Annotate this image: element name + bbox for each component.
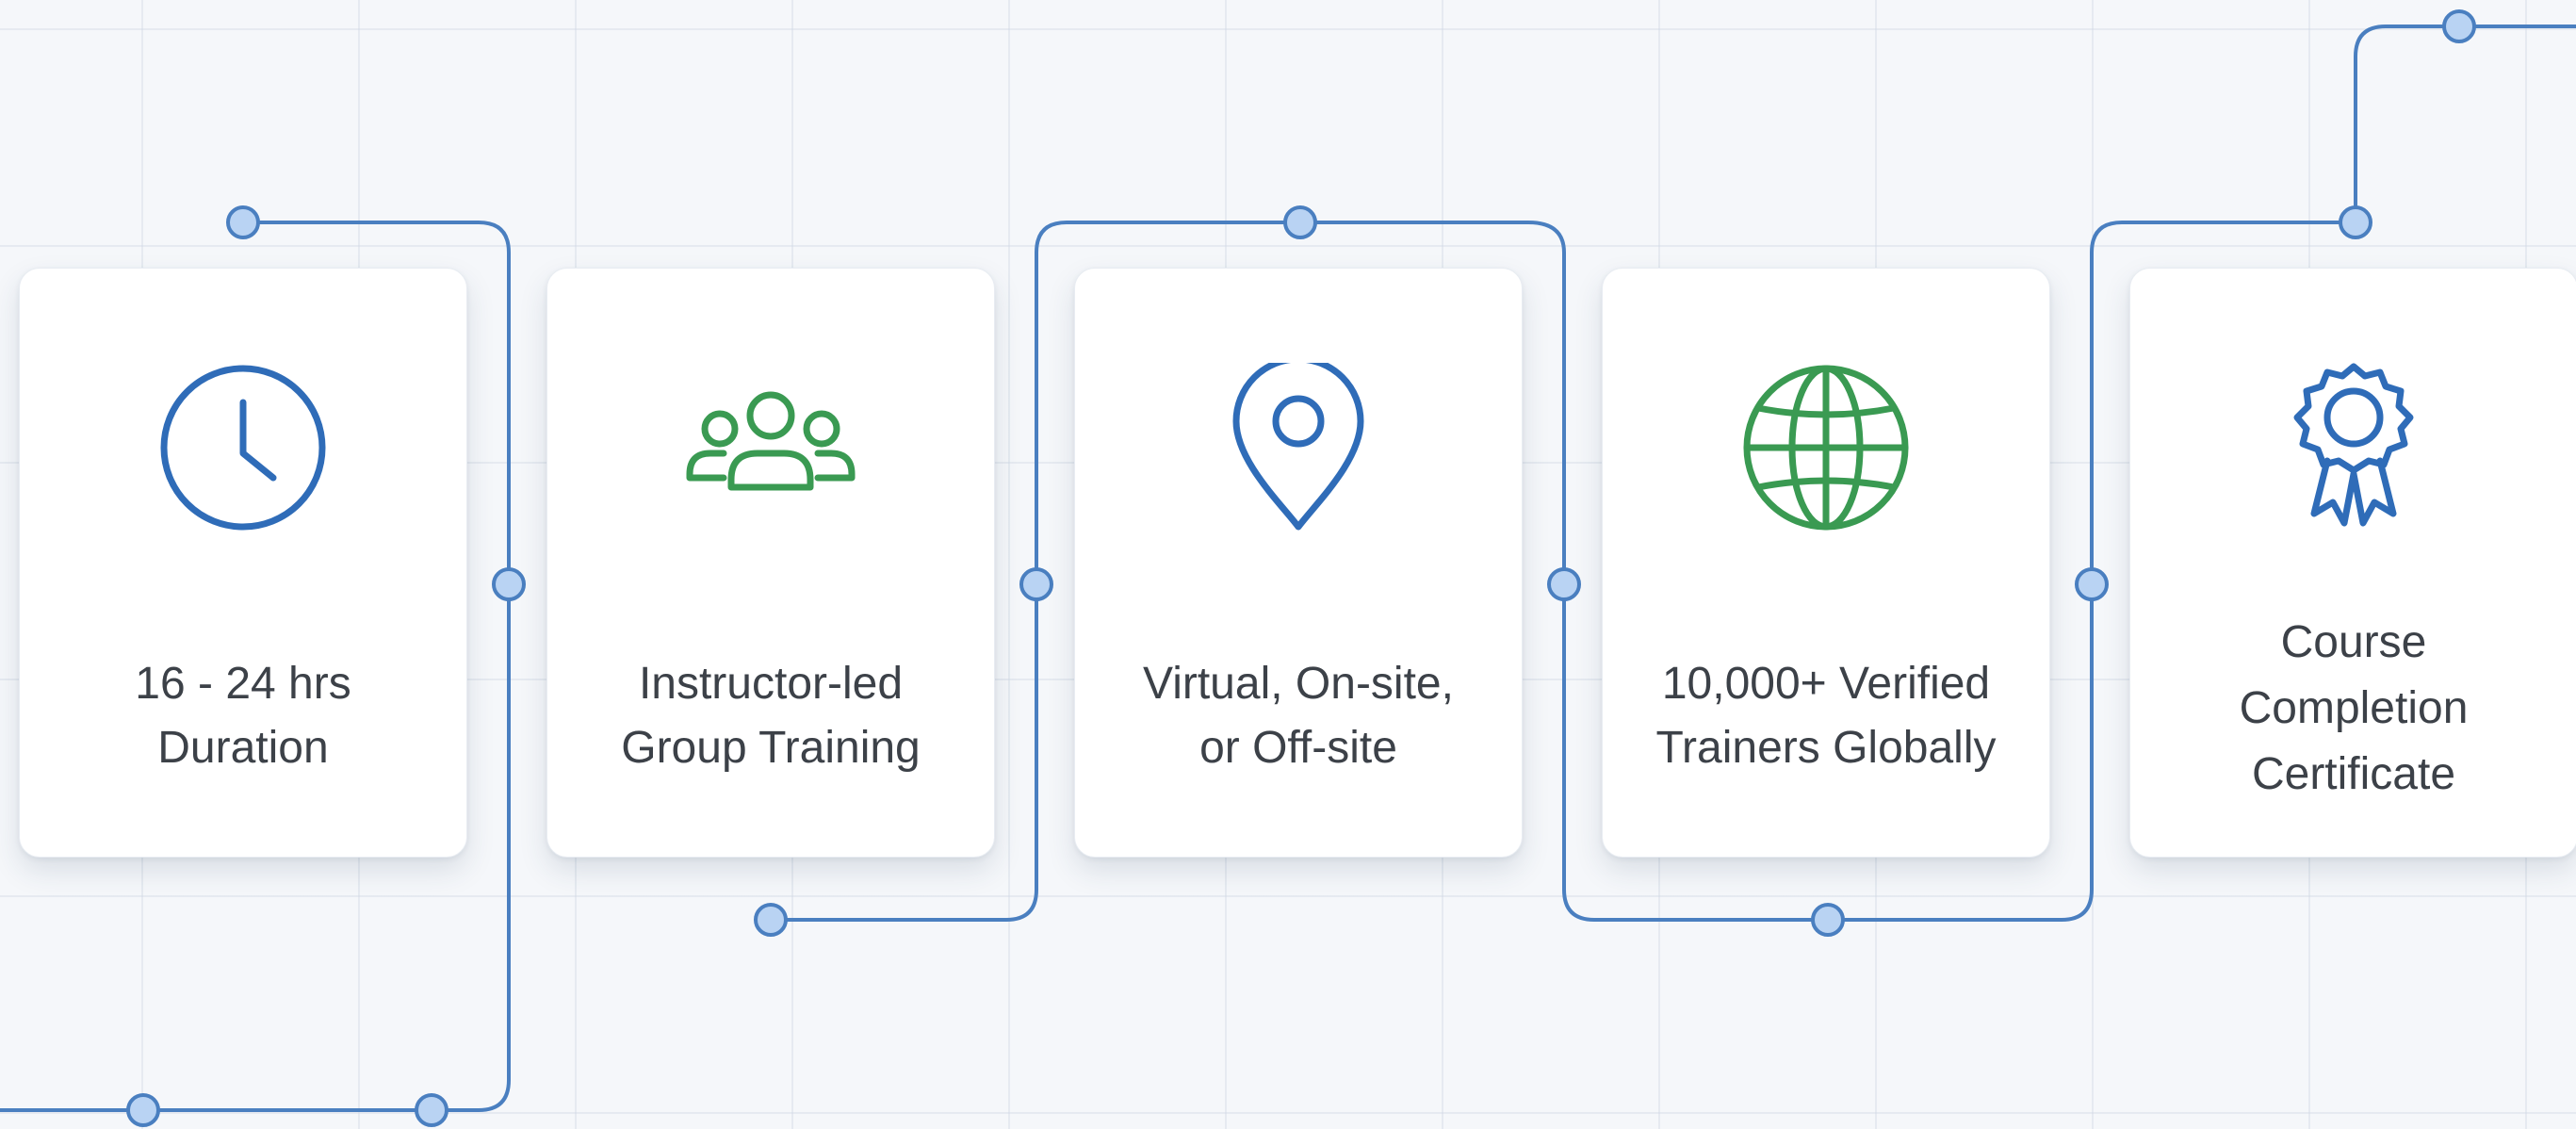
- card-label: 16 - 24 hrs Duration: [135, 658, 351, 773]
- location-pin-icon: [1214, 363, 1383, 532]
- connector-node: [2442, 9, 2476, 43]
- connector-node: [1547, 567, 1581, 601]
- connector-node: [2075, 567, 2109, 601]
- connector-node: [415, 1093, 448, 1127]
- connector-node: [492, 567, 526, 601]
- card-duration: 16 - 24 hrs Duration: [19, 268, 467, 858]
- card-certificate: Course Completion Certificate: [2129, 268, 2576, 858]
- card-group-training: Instructor-led Group Training: [546, 268, 995, 858]
- connector-node: [126, 1093, 160, 1127]
- flow-diagram: 16 - 24 hrs Duration Instructor-led Grou…: [0, 0, 2576, 1129]
- clock-icon: [158, 363, 328, 532]
- card-label: Course Completion Certificate: [2239, 617, 2469, 799]
- connector-node: [226, 205, 260, 239]
- connector-node: [1811, 903, 1845, 937]
- card-location: Virtual, On-site, or Off-site: [1074, 268, 1523, 858]
- group-icon: [686, 363, 856, 532]
- award-ribbon-icon: [2269, 363, 2438, 532]
- card-label: Instructor-led Group Training: [621, 658, 921, 773]
- card-trainers: 10,000+ Verified Trainers Globally: [1602, 268, 2050, 858]
- connector-node: [2339, 205, 2372, 239]
- globe-icon: [1741, 363, 1911, 532]
- card-label: 10,000+ Verified Trainers Globally: [1655, 658, 1997, 773]
- connector-node: [1019, 567, 1053, 601]
- card-label: Virtual, On-site, or Off-site: [1143, 658, 1454, 773]
- connector-node: [754, 903, 788, 937]
- connector-node: [1283, 205, 1317, 239]
